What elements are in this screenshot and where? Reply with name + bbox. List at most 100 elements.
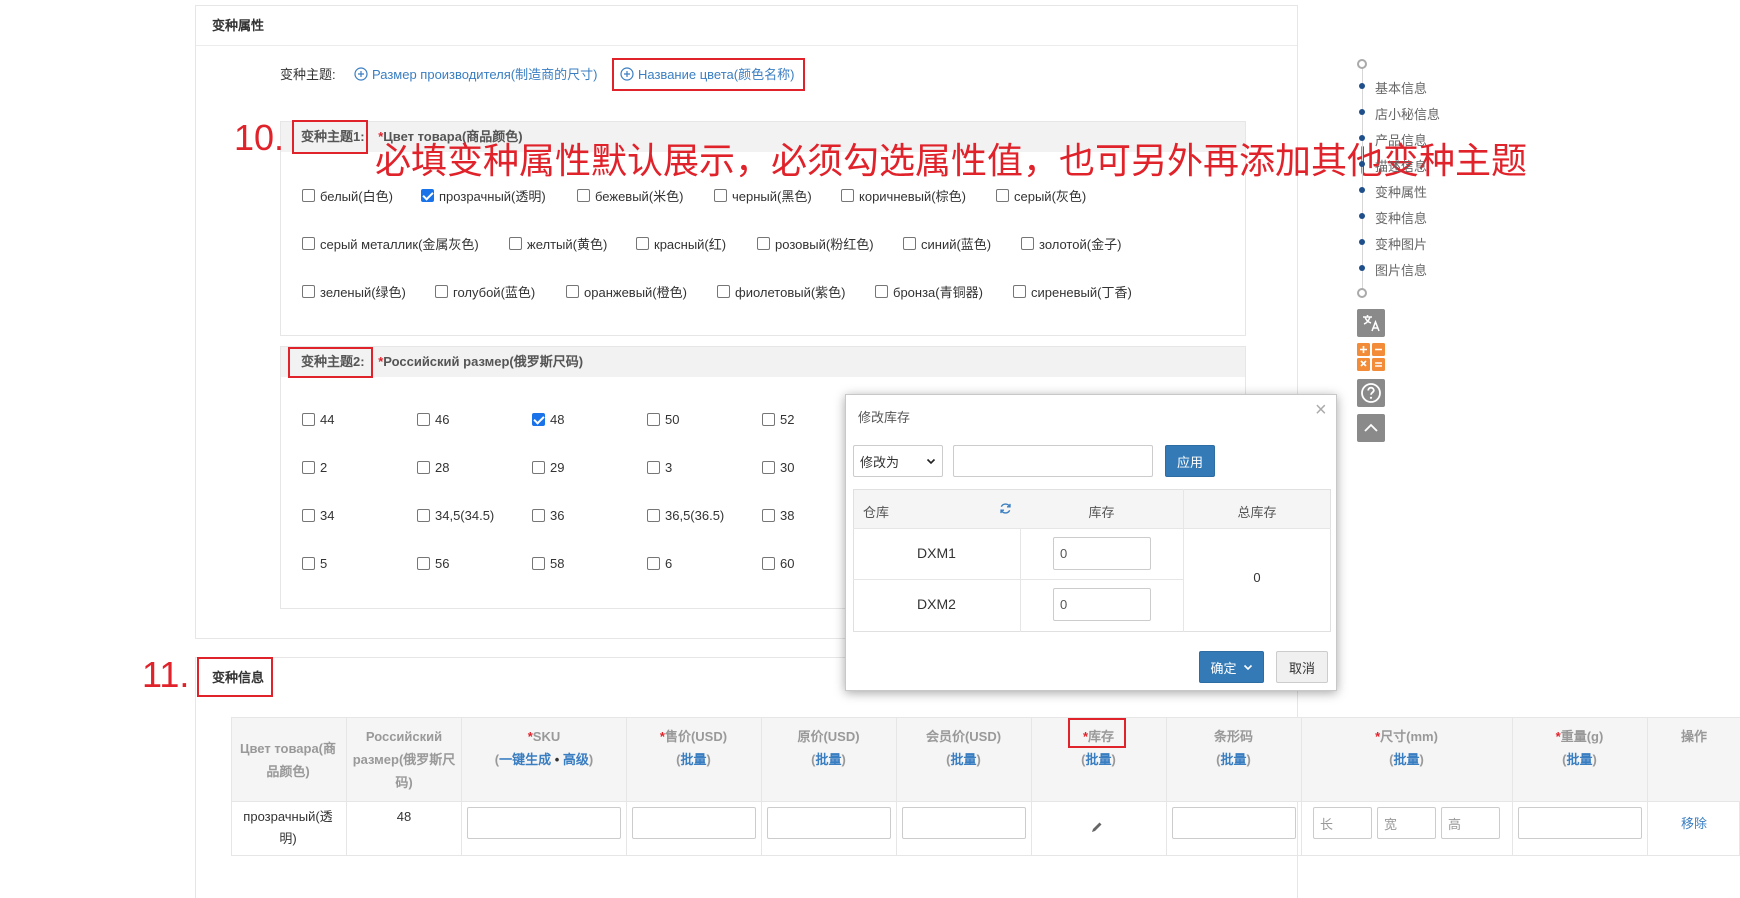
sku-generate-link[interactable]: 一键生成 (499, 752, 551, 767)
refresh-button[interactable] (999, 502, 1013, 516)
checkbox[interactable] (647, 461, 660, 474)
checkbox[interactable] (417, 509, 430, 522)
back-to-top-button[interactable] (1357, 414, 1385, 442)
stock-input[interactable]: 0 (1053, 537, 1151, 570)
size-option[interactable]: 52 (762, 412, 794, 427)
checkbox[interactable] (532, 461, 545, 474)
price-input[interactable] (632, 807, 756, 839)
color-option[interactable]: бронза(青铜器) (875, 282, 983, 301)
size-option[interactable]: 29 (532, 460, 564, 475)
checkbox[interactable] (875, 285, 888, 298)
checkbox[interactable] (636, 237, 649, 250)
size-option[interactable]: 58 (532, 556, 564, 571)
color-option[interactable]: фиолетовый(紫色) (717, 282, 846, 301)
cancel-button[interactable]: 取消 (1276, 651, 1328, 683)
batch-link[interactable]: 批量 (1566, 752, 1592, 767)
side-nav-item[interactable]: 基本信息 (1375, 78, 1427, 97)
side-nav-item[interactable]: 变种图片 (1375, 234, 1427, 253)
color-option[interactable]: синий(蓝色) (903, 234, 991, 253)
translate-button[interactable] (1357, 309, 1385, 337)
checkbox[interactable] (302, 557, 315, 570)
color-option[interactable]: голубой(蓝色) (435, 282, 535, 301)
checkbox[interactable] (417, 461, 430, 474)
checkbox[interactable] (302, 413, 315, 426)
checkbox[interactable] (421, 189, 434, 202)
size-option[interactable]: 36,5(36.5) (647, 508, 724, 523)
side-nav-item[interactable]: 图片信息 (1375, 260, 1427, 279)
size-option[interactable]: 34 (302, 508, 334, 523)
checkbox[interactable] (532, 509, 545, 522)
calculator-button[interactable] (1357, 343, 1385, 371)
color-option[interactable]: оранжевый(橙色) (566, 282, 687, 301)
size-option[interactable]: 2 (302, 460, 327, 475)
size-option[interactable]: 60 (762, 556, 794, 571)
size-option[interactable]: 3 (647, 460, 672, 475)
checkbox[interactable] (1021, 237, 1034, 250)
checkbox[interactable] (762, 509, 775, 522)
member-price-input[interactable] (902, 807, 1026, 839)
weight-input[interactable] (1518, 807, 1642, 839)
color-option[interactable]: розовый(粉红色) (757, 234, 874, 253)
checkbox[interactable] (762, 557, 775, 570)
size-option[interactable]: 34,5(34.5) (417, 508, 494, 523)
batch-link[interactable]: 批量 (815, 752, 841, 767)
checkbox[interactable] (762, 413, 775, 426)
checkbox[interactable] (841, 189, 854, 202)
side-nav-item[interactable]: 店小秘信息 (1375, 104, 1440, 123)
checkbox[interactable] (302, 189, 315, 202)
height-input[interactable]: 高 (1441, 807, 1500, 839)
size-option[interactable]: 30 (762, 460, 794, 475)
edit-stock-button[interactable] (1090, 820, 1106, 836)
color-option[interactable]: сиреневый(丁香) (1013, 282, 1132, 301)
checkbox[interactable] (717, 285, 730, 298)
color-option[interactable]: зеленый(绿色) (302, 282, 406, 301)
color-option[interactable]: черный(黑色) (714, 186, 812, 205)
size-option[interactable]: 50 (647, 412, 679, 427)
confirm-button[interactable]: 确定 (1199, 651, 1264, 683)
checkbox[interactable] (996, 189, 1009, 202)
size-option[interactable]: 48 (532, 412, 564, 427)
checkbox[interactable] (566, 285, 579, 298)
checkbox[interactable] (509, 237, 522, 250)
orig-price-input[interactable] (767, 807, 891, 839)
color-option[interactable]: прозрачный(透明) (421, 186, 546, 205)
side-nav-item[interactable]: 变种信息 (1375, 208, 1427, 227)
color-option[interactable]: золотой(金子) (1021, 234, 1121, 253)
checkbox[interactable] (714, 189, 727, 202)
modify-value-input[interactable] (953, 445, 1153, 477)
checkbox[interactable] (647, 509, 660, 522)
color-option[interactable]: бежевый(米色) (577, 186, 683, 205)
remove-link[interactable]: 移除 (1648, 813, 1740, 832)
side-nav-item[interactable]: 产品信息 (1375, 130, 1427, 149)
checkbox[interactable] (762, 461, 775, 474)
checkbox[interactable] (1013, 285, 1026, 298)
checkbox[interactable] (302, 237, 315, 250)
stock-input[interactable]: 0 (1053, 588, 1151, 621)
checkbox[interactable] (302, 285, 315, 298)
barcode-input[interactable] (1172, 807, 1296, 839)
size-option[interactable]: 5 (302, 556, 327, 571)
size-option[interactable]: 38 (762, 508, 794, 523)
checkbox[interactable] (532, 557, 545, 570)
sku-advanced-link[interactable]: 高级 (563, 752, 589, 767)
checkbox[interactable] (647, 413, 660, 426)
checkbox[interactable] (302, 461, 315, 474)
checkbox[interactable] (435, 285, 448, 298)
side-nav-item[interactable]: 描述信息 (1375, 156, 1427, 175)
side-nav-item[interactable]: 变种属性 (1375, 182, 1427, 201)
sku-input[interactable] (467, 807, 621, 839)
size-option[interactable]: 6 (647, 556, 672, 571)
apply-button[interactable]: 应用 (1165, 445, 1215, 477)
size-option[interactable]: 56 (417, 556, 449, 571)
checkbox[interactable] (302, 509, 315, 522)
batch-link[interactable]: 批量 (1393, 752, 1419, 767)
modal-close-button[interactable]: × (1315, 399, 1327, 422)
add-theme-manufacturer-size[interactable]: Размер производителя(制造商的尺寸) (354, 64, 597, 83)
color-option[interactable]: серый металлик(金属灰色) (302, 234, 479, 253)
color-option[interactable]: желтый(黄色) (509, 234, 607, 253)
checkbox[interactable] (757, 237, 770, 250)
checkbox[interactable] (647, 557, 660, 570)
size-option[interactable]: 36 (532, 508, 564, 523)
color-option[interactable]: красный(红) (636, 234, 726, 253)
color-option[interactable]: коричневый(棕色) (841, 186, 966, 205)
